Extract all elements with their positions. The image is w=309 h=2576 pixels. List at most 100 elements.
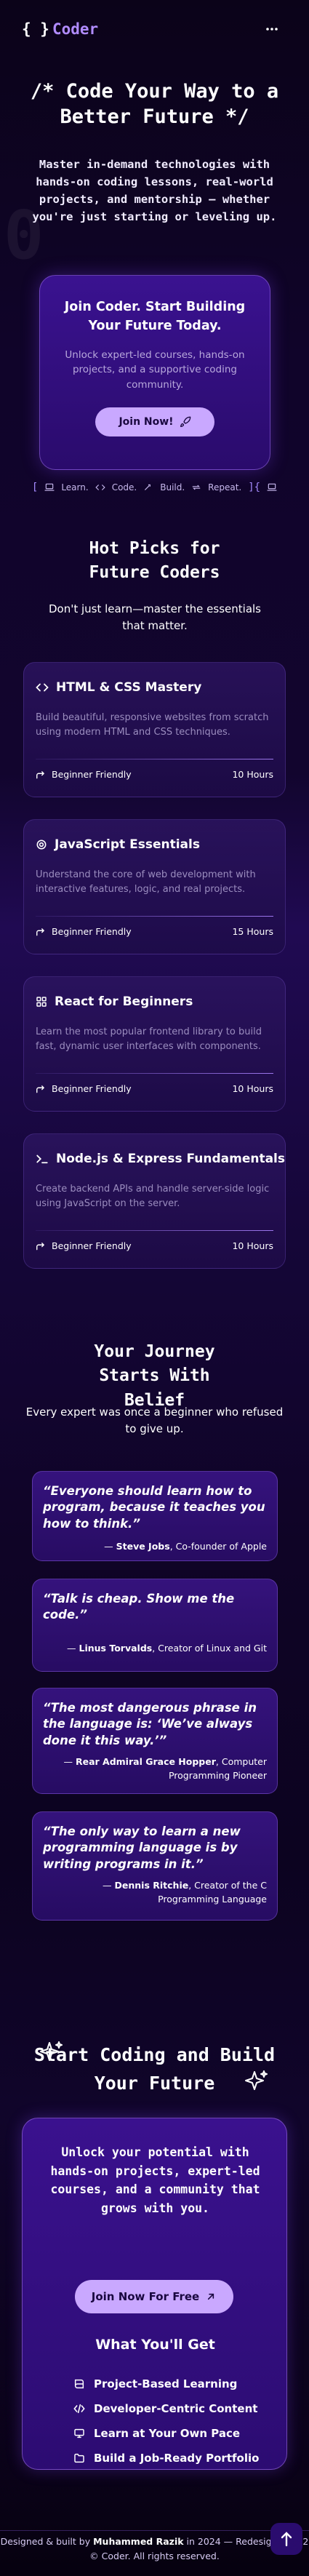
logo[interactable]: { } Coder <box>22 20 98 38</box>
quote-author: Linus Torvalds <box>79 1643 153 1654</box>
course-description: Build beautiful, responsive websites fro… <box>36 712 269 738</box>
feature-item: Learn at Your Own Pace <box>73 2427 240 2440</box>
footer-divider <box>0 2530 309 2531</box>
cta-text: Unlock expert-led courses, hands-on proj… <box>65 348 245 391</box>
quote-author: Steve Jobs <box>116 1541 170 1552</box>
quote-author: Rear Admiral Grace Hopper <box>75 1756 216 1767</box>
course-hours: 15 Hours <box>232 926 273 937</box>
course-hours: 10 Hours <box>232 769 273 780</box>
code-icon <box>95 485 105 490</box>
feature-label: Project-Based Learning <box>94 2377 238 2390</box>
level-arrow-icon <box>36 928 45 936</box>
join-cta-card: Join Coder. Start Building Your Future T… <box>39 275 270 470</box>
sparkle-icon <box>245 2070 268 2090</box>
divider <box>36 1230 273 1231</box>
cta-title: Join Coder. Start Building Your Future T… <box>64 300 246 334</box>
divider <box>36 916 273 917</box>
ticker-item-build: Build. <box>160 482 185 493</box>
hot-picks-title: Hot Picks for Future Coders <box>89 539 220 583</box>
quote-text: “The only way to learn a new programming… <box>43 1825 241 1871</box>
ticker-close-bracket: ]{ <box>248 482 261 493</box>
footer-redesign-year: 2 <box>302 2536 309 2547</box>
feature-item: Developer-Centric Content <box>73 2402 257 2415</box>
rocket-icon <box>180 416 190 428</box>
footer-credit-prefix: Designed & built by <box>0 2536 91 2547</box>
code-icon <box>73 2404 85 2414</box>
more-dots-icon <box>266 28 278 31</box>
hero-title: /* Code Your Way to a Better Future */ <box>30 80 279 129</box>
top-nav: { } Coder <box>0 0 309 58</box>
footer-credit: Designed & built by Muhammed Razik in 20… <box>0 2535 309 2549</box>
divider <box>36 1073 273 1074</box>
course-level: Beginner Friendly <box>52 769 132 780</box>
start-card-text: Unlock your potential with hands-on proj… <box>50 2145 260 2215</box>
quote-text: “Talk is cheap. Show me the code.” <box>43 1592 235 1622</box>
level-arrow-icon <box>36 1085 45 1093</box>
join-free-button[interactable]: Join Now For Free <box>75 2280 233 2313</box>
ticker-item-code: Code. <box>111 482 137 493</box>
hero-subtitle: Master in-demand technologies with hands… <box>32 158 277 224</box>
course-title: HTML & CSS Mastery <box>56 680 202 695</box>
arrow-up-right-icon <box>208 2293 214 2300</box>
start-coding-card: Unlock your potential with hands-on proj… <box>22 2118 287 2470</box>
course-level: Beginner Friendly <box>52 926 132 937</box>
menu-button[interactable] <box>261 18 283 40</box>
level-arrow-icon <box>36 770 45 778</box>
arrow-up-icon <box>281 2532 292 2547</box>
quote-role: , Co-founder of Apple <box>169 1541 267 1552</box>
repeat-icon <box>192 485 201 490</box>
feature-item: Build a Job-Ready Portfolio <box>73 2452 259 2465</box>
folder-icon <box>74 2453 84 2463</box>
monitor-icon <box>74 2428 84 2439</box>
course-level: Beginner Friendly <box>52 1083 132 1094</box>
course-description: Understand the core of web development w… <box>36 869 256 895</box>
course-card[interactable]: React for Beginners Learn the most popul… <box>23 976 286 1112</box>
course-title: React for Beginners <box>55 994 193 1009</box>
terminal-icon <box>36 1155 48 1164</box>
hot-picks-subtitle: Don't just learn—master the essentials t… <box>48 602 261 632</box>
gear-icon <box>36 840 47 850</box>
course-description: Create backend APIs and handle server-si… <box>36 1184 270 1209</box>
quote-author: Dennis Ritchie <box>114 1880 189 1891</box>
ticker-open-bracket: [ <box>31 482 39 493</box>
logo-braces: { } <box>22 20 49 38</box>
course-hours: 10 Hours <box>232 1240 273 1251</box>
ticker-strip: [ Learn. Code. Build. Repeat. ]{ <box>0 477 309 498</box>
laptop-icon <box>44 483 55 491</box>
quote-card: “Talk is cheap. Show me the code.” — Lin… <box>32 1579 278 1672</box>
quote-role: , Creator of Linux and Git <box>152 1643 267 1654</box>
build-icon <box>145 484 151 490</box>
ticker-item-repeat: Repeat. <box>208 482 242 493</box>
feature-item: Project-Based Learning <box>73 2377 237 2390</box>
quote-attribution: — Linus Torvalds, Creator of Linux and G… <box>67 1643 267 1654</box>
back-to-top-button[interactable] <box>270 2523 302 2555</box>
quote-card: “The most dangerous phrase in the langua… <box>32 1688 278 1794</box>
code-icon <box>36 683 49 692</box>
quote-text: “The most dangerous phrase in the langua… <box>43 1701 257 1747</box>
logo-text: Coder <box>52 20 99 38</box>
course-title: Node.js & Express Fundamentals <box>56 1152 285 1166</box>
join-now-button[interactable]: Join Now! <box>95 407 214 437</box>
author-link[interactable]: Muhammed Razik <box>93 2536 183 2547</box>
quote-attribution: — Steve Jobs, Co-founder of Apple <box>104 1541 267 1552</box>
features-title: What You'll Get <box>95 2337 215 2353</box>
book-icon <box>74 2379 84 2389</box>
course-level: Beginner Friendly <box>52 1240 132 1251</box>
course-card[interactable]: Node.js & Express Fundamentals Create ba… <box>23 1133 286 1269</box>
quote-card: “Everyone should learn how to program, b… <box>32 1471 278 1561</box>
course-card[interactable]: JavaScript Essentials Understand the cor… <box>23 819 286 954</box>
quote-attribution: — Dennis Ritchie, Creator of the C Progr… <box>103 1880 267 1905</box>
course-title: JavaScript Essentials <box>55 837 200 852</box>
feature-label: Learn at Your Own Pace <box>94 2427 241 2440</box>
quote-attribution: — Rear Admiral Grace Hopper, Computer Pr… <box>63 1756 268 1781</box>
quote-card: “The only way to learn a new programming… <box>32 1811 278 1921</box>
ticker-item-learn: Learn. <box>61 482 89 493</box>
journey-title: Your Journey Starts With Belief <box>94 1342 215 1410</box>
footer-copyright: © Coder. All rights reserved. <box>89 2551 220 2561</box>
journey-subtitle: Every expert was once a beginner who ref… <box>25 1405 284 1435</box>
react-icon <box>36 997 47 1007</box>
course-card[interactable]: HTML & CSS Mastery Build beautiful, resp… <box>23 662 286 797</box>
footer: Designed & built by Muhammed Razik in 20… <box>0 2535 309 2564</box>
join-free-label: Join Now For Free <box>91 2290 200 2303</box>
feature-label: Developer-Centric Content <box>94 2402 258 2415</box>
